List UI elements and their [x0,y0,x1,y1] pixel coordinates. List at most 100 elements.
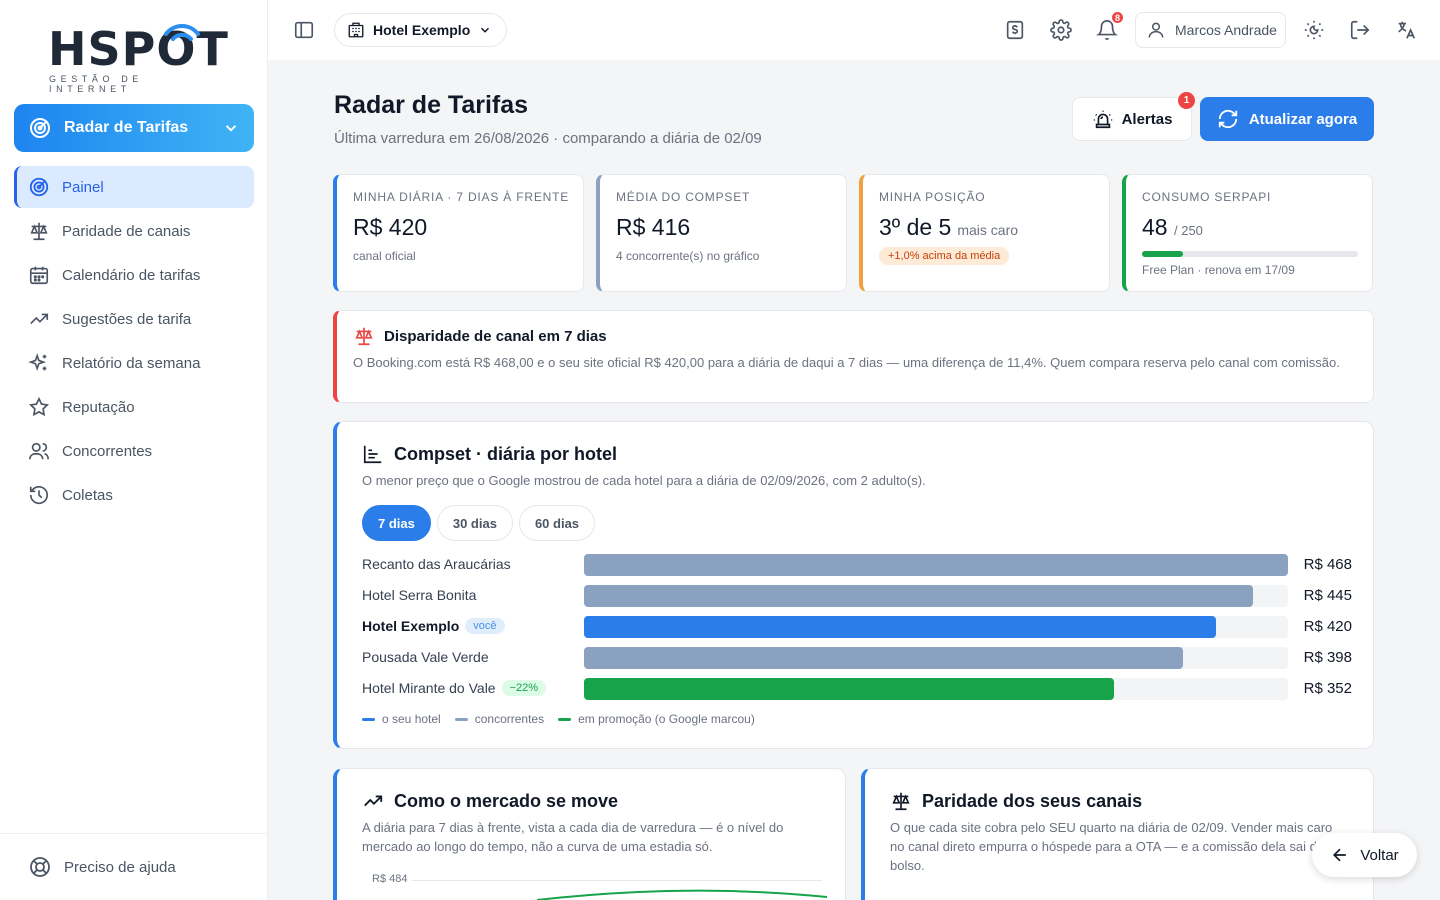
user-icon [1148,22,1164,38]
kpi-suffix: mais caro [957,222,1019,238]
kpi-quota: / 250 [1173,223,1203,238]
parity-subtitle: O que cada site cobra pelo SEU quarto na… [890,820,1349,873]
trending-up-icon [30,313,49,325]
bar-value-label: R$ 420 [1303,618,1352,635]
billing-button[interactable] [999,14,1031,46]
theme-toggle-button[interactable] [1298,14,1330,46]
parity-title: Paridade dos seus canais [922,790,1143,811]
legend-swatch [558,717,572,721]
bar-value-label: R$ 445 [1303,587,1352,604]
toggle-sidebar-button[interactable] [288,14,320,46]
compset-subtitle: O menor preço que o Google mostrou de ca… [362,473,926,488]
bar-track [584,616,1288,638]
hotel-selector[interactable]: Hotel Exemplo [334,13,508,47]
tab-7-days[interactable]: 7 dias [362,505,431,541]
translate-icon [1398,21,1416,39]
module-selector[interactable]: Radar de Tarifas [14,104,254,152]
parity-title-row: Paridade dos seus canais [890,790,1142,812]
radar-icon [30,118,50,138]
sparkles-icon [28,353,47,372]
logout-button[interactable] [1344,14,1376,46]
sidebar-item-label: Reputação [62,398,135,416]
calendar-icon [29,266,49,285]
legend-item-competitors: concorrentes [454,712,545,726]
bar-value-label: R$ 468 [1303,556,1352,573]
sidebar-nav: Painel Paridade de canais Calendário de … [14,166,254,518]
sidebar-item-label: Concorrentes [62,442,153,460]
refresh-icon [1218,109,1237,129]
bar [584,678,1114,700]
kpi-label: Média do compset [616,190,751,204]
legend-item-promo: em promoção (o Google marcou) [558,712,755,726]
channel-disparity-alert: Disparidade de canal em 7 dias O Booking… [333,310,1374,403]
legend-label: concorrentes [474,712,545,726]
back-button[interactable]: Voltar [1312,833,1417,877]
sun-moon-icon [1304,20,1324,40]
notifications-button[interactable]: 8 [1091,10,1125,46]
users-icon [29,442,49,460]
language-button[interactable] [1390,14,1422,46]
legend-label: em promoção (o Google marcou) [578,712,755,726]
bar-chart-icon [363,445,382,464]
legend-label: o seu hotel [382,712,441,726]
sidebar-item-reputacao[interactable]: Reputação [14,386,254,428]
settings-button[interactable] [1045,14,1077,46]
market-title: Como o mercado se move [394,790,619,811]
y-axis-tick: R$ 484 [372,873,408,885]
hotel-label: Recanto das Araucárias [362,556,511,572]
scale-icon [892,792,910,811]
sidebar-item-relatorio[interactable]: Relatório da semana [14,342,254,384]
kpi-value-row: 48 / 250 [1142,214,1372,241]
kpi-label: Minha diária · 7 dias à frente [353,190,570,204]
sidebar-item-label: Painel [62,178,104,196]
sidebar-item-sugestoes[interactable]: Sugestões de tarifa [14,298,254,340]
hotel-name: Hotel Serra Bonita [362,587,477,603]
page-title: Radar de Tarifas [334,91,529,119]
kpi-sub: 4 concorrente(s) no gráfico [616,249,760,263]
gear-icon [1050,19,1072,41]
star-icon [28,396,50,417]
kpi-value: R$ 420 [353,214,428,240]
bar [584,585,1254,607]
you-tag: você [465,618,505,634]
sidebar-item-painel[interactable]: Painel [14,166,254,208]
scale-icon [355,327,373,346]
hotel-name: Hotel Exemplo [362,618,460,634]
kpi-sub: canal oficial [353,249,416,263]
sidebar-item-label: Calendário de tarifas [62,266,201,284]
user-menu[interactable]: Marcos Andrade [1135,12,1286,48]
help-link[interactable]: Preciso de ajuda [0,833,268,900]
alerts-button[interactable]: Alertas 1 [1072,92,1195,141]
logout-icon [1350,20,1370,40]
hotel-label: Hotel Mirante do Vale −22% [362,680,547,696]
user-name: Marcos Andrade [1175,22,1277,38]
compset-title: Compset · diária por hotel [394,443,618,464]
kpi-value: 48 [1142,214,1168,240]
wifi-icon [164,24,200,41]
usage-progress-fill [1142,251,1184,257]
sidebar-item-label: Relatório da semana [62,354,201,372]
refresh-now-button[interactable]: Atualizar agora [1200,97,1374,141]
bar-value-label: R$ 398 [1303,649,1352,666]
compset-title-row: Compset · diária por hotel [362,443,617,465]
kpi-value-row: 3º de 5 mais caro [879,214,1109,241]
sidebar-item-coletas[interactable]: Coletas [14,474,254,516]
logo-subtitle: GESTÃO DE INTERNET [49,74,143,94]
sidebar-item-concorrentes[interactable]: Concorrentes [14,430,254,472]
usage-progress-bar [1142,251,1358,257]
tab-60-days[interactable]: 60 dias [518,505,596,541]
kpi-label: Consumo SerpApi [1142,190,1272,204]
hotel-label: Hotel Serra Bonita [362,587,476,603]
kpi-serpapi-usage: Consumo SerpApi 48 / 250 Free Plan · ren… [1122,174,1373,292]
module-label: Radar de Tarifas [64,119,189,136]
sidebar-item-calendario[interactable]: Calendário de tarifas [14,254,254,296]
hspot-logo[interactable]: HSPOT GESTÃO DE INTERNET [48,20,228,94]
notifications-count-badge: 8 [1110,10,1125,25]
bar [584,554,1288,576]
alert-title: Disparidade de canal em 7 dias [384,327,607,345]
tab-30-days[interactable]: 30 dias [436,505,513,541]
kpi-my-rate: Minha diária · 7 dias à frente R$ 420 ca… [333,174,584,292]
sidebar-item-label: Sugestões de tarifa [62,310,192,328]
sidebar-item-paridade[interactable]: Paridade de canais [14,210,254,252]
kpi-sub: Free Plan · renova em 17/09 [1142,263,1295,277]
